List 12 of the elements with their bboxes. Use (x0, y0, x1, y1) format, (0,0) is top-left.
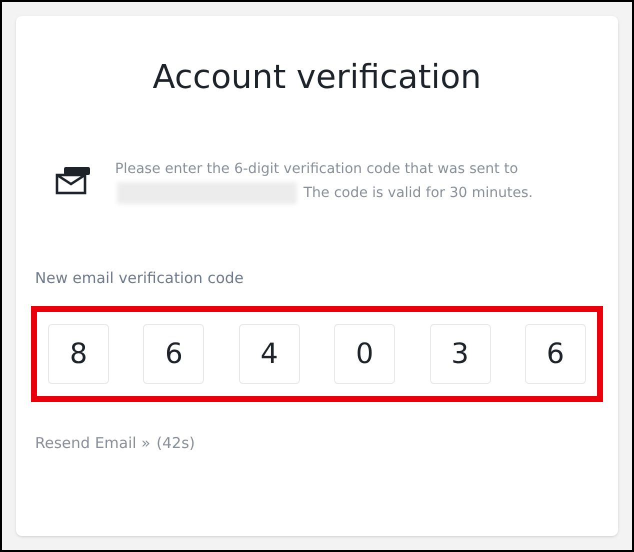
code-digit-field[interactable]: 3 (430, 324, 491, 384)
envelope-icon (55, 166, 91, 196)
countdown-text: (42s) (156, 432, 196, 454)
code-digit-field[interactable]: 0 (334, 324, 396, 384)
page-title: Account verification (152, 56, 482, 98)
code-digit-field[interactable]: 6 (143, 324, 204, 384)
field-label: New email verification code (35, 268, 245, 290)
code-digit-field[interactable]: 8 (48, 324, 109, 384)
instruction-text: Please enter the 6-digit verification code that was sent to (115, 161, 518, 178)
code-digit-field[interactable]: 6 (524, 324, 586, 384)
validity-text: The code is valid for 30 minutes. (302, 185, 533, 202)
code-digit-field[interactable]: 4 (238, 324, 300, 384)
